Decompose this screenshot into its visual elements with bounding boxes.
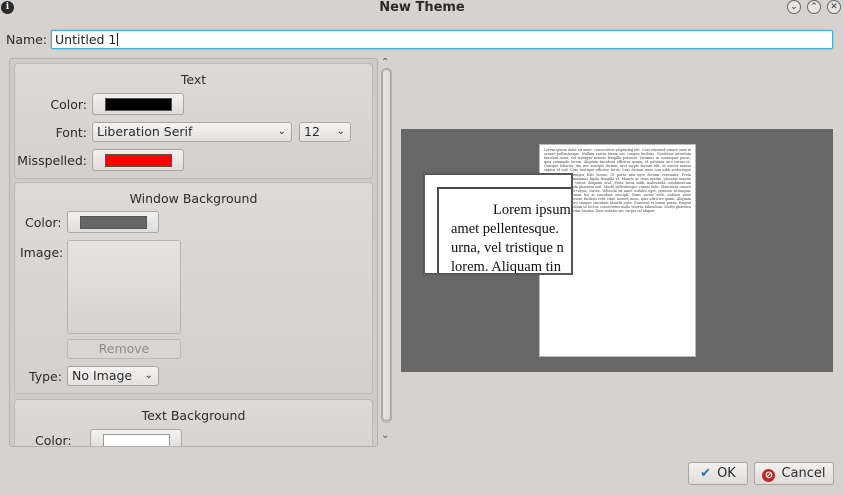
checkmark-icon: ✔: [700, 466, 712, 481]
chevron-down-icon: ⌄: [144, 370, 153, 381]
scroll-up-icon[interactable]: ⌃: [381, 57, 389, 68]
text-group-title: Text: [180, 72, 207, 87]
font-select-value: Liberation Serif: [97, 124, 193, 139]
theme-preview: Lorem ipsum dolor sit amet, consectetur …: [401, 129, 833, 372]
preview-zoom-inset: Lorem ipsum amet pellentesque. urna, vel…: [423, 173, 573, 275]
preview-zoom-text: Lorem ipsum amet pellentesque. urna, vel…: [437, 187, 571, 275]
misspelled-color-swatch: [105, 154, 172, 167]
cancel-icon: ⊘: [762, 469, 776, 482]
window-bg-color-button[interactable]: [67, 211, 159, 233]
font-size-value: 12: [304, 124, 320, 139]
text-background-title: Text Background: [141, 408, 246, 423]
ok-label: OK: [717, 466, 736, 481]
background-image-well[interactable]: [67, 240, 181, 334]
zoom-line: urna, vel tristique n: [451, 240, 564, 256]
misspelled-color-button[interactable]: [92, 149, 184, 171]
text-caret: [117, 33, 119, 46]
minimize-icon[interactable]: ⌄: [787, 0, 801, 14]
text-bg-color-label: Color:: [35, 433, 72, 447]
text-color-label: Color:: [50, 97, 87, 112]
settings-scroll-area[interactable]: Text Color: Font: Liberation Serif ⌄ 12 …: [9, 58, 378, 447]
zoom-line: Lorem ipsum: [493, 202, 571, 218]
ok-button[interactable]: ✔ OK: [688, 462, 748, 485]
text-bg-color-swatch: [103, 434, 170, 446]
type-label: Type:: [29, 369, 62, 384]
image-type-value: No Image: [72, 368, 133, 383]
text-color-button[interactable]: [92, 93, 184, 115]
zoom-line: lorem. Aliquam tin: [451, 259, 561, 275]
chevron-down-icon: ⌄: [336, 126, 345, 137]
image-label: Image:: [20, 245, 64, 260]
font-label: Font:: [55, 125, 87, 140]
image-type-select[interactable]: No Image ⌄: [67, 366, 159, 386]
close-icon[interactable]: ✕: [827, 0, 841, 14]
name-input-value: Untitled 1: [55, 32, 117, 47]
text-background-group: Text Background Color:: [14, 399, 373, 447]
cancel-label: Cancel: [781, 466, 826, 481]
window-background-title: Window Background: [129, 191, 258, 206]
window-bg-color-swatch: [80, 216, 147, 229]
font-size-select[interactable]: 12 ⌄: [299, 122, 351, 142]
remove-image-button[interactable]: Remove: [67, 339, 181, 359]
cancel-button[interactable]: ⊘ Cancel: [754, 462, 834, 485]
name-label: Name:: [6, 32, 48, 47]
misspelled-label: Misspelled:: [17, 153, 87, 168]
zoom-line: amet pellentesque.: [451, 221, 559, 237]
text-group: Text Color: Font: Liberation Serif ⌄ 12 …: [14, 63, 373, 179]
window-title: New Theme: [379, 0, 465, 15]
text-color-swatch: [105, 98, 172, 111]
name-input[interactable]: Untitled 1: [51, 30, 833, 49]
scroll-down-icon[interactable]: ⌄: [381, 430, 389, 441]
title-bar: i New Theme ⌄ ⌃ ✕: [0, 0, 844, 16]
text-bg-color-button[interactable]: [90, 429, 182, 446]
chevron-down-icon: ⌄: [277, 126, 286, 137]
maximize-icon[interactable]: ⌃: [807, 0, 821, 14]
scrollbar-thumb[interactable]: [382, 69, 391, 421]
font-select[interactable]: Liberation Serif ⌄: [92, 122, 292, 142]
vertical-scrollbar[interactable]: [381, 68, 392, 423]
window-background-group: Window Background Color: Image: Remove T…: [14, 182, 373, 394]
window-bg-color-label: Color:: [25, 215, 62, 230]
